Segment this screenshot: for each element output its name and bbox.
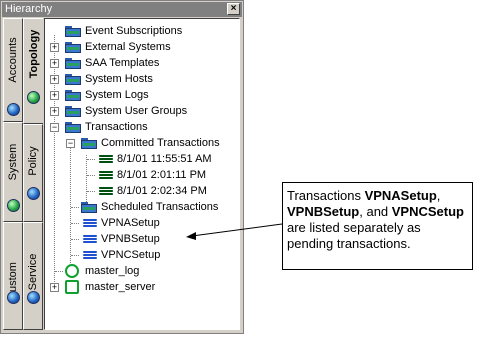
callout-text: Transactions	[287, 188, 365, 203]
callout-bold: VPNASetup	[364, 188, 437, 203]
callout-text: ,	[436, 188, 441, 203]
callout-arrow	[186, 223, 283, 240]
callout-bold: VPNCSetup	[391, 204, 464, 219]
callout-text: , and	[359, 204, 392, 219]
callout-note: Transactions VPNASetup, VPNBSetup, and V…	[282, 182, 473, 270]
callout-bold: VPNBSetup	[287, 204, 360, 219]
callout-text: are listed separately as pending transac…	[287, 220, 421, 251]
